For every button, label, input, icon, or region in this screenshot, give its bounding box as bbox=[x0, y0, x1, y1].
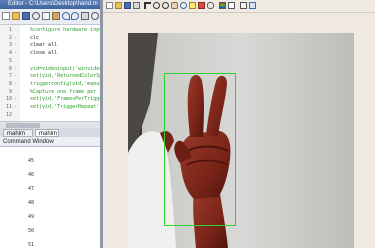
cut-icon[interactable] bbox=[32, 12, 40, 20]
line-number-text: 11 bbox=[5, 104, 12, 110]
link-icon[interactable] bbox=[207, 2, 214, 9]
line-number: 12 bbox=[0, 112, 20, 119]
command-output-line: 45 bbox=[28, 158, 35, 164]
code-line[interactable] bbox=[30, 58, 102, 65]
command-output-line: 47 bbox=[28, 186, 35, 192]
code-line[interactable]: clc bbox=[30, 35, 102, 42]
tab-mahim-1[interactable]: mahim bbox=[3, 129, 33, 137]
code-line[interactable]: set(vid,'FramesPerTrigger' bbox=[30, 96, 102, 103]
find-icon[interactable] bbox=[91, 12, 99, 20]
breakpoint-marker[interactable]: - bbox=[12, 96, 17, 102]
brush-icon[interactable] bbox=[198, 2, 205, 9]
line-number: 8- bbox=[0, 81, 20, 88]
code-line[interactable]: vid=videoinput('winvideo', bbox=[30, 66, 102, 73]
code-line[interactable]: %Capture one frame per trigger bbox=[30, 89, 102, 96]
print-figure-icon[interactable] bbox=[133, 2, 140, 9]
breakpoint-marker[interactable]: - bbox=[12, 66, 17, 72]
breakpoint-marker[interactable]: - bbox=[12, 73, 17, 79]
rotate-icon[interactable] bbox=[180, 2, 187, 9]
tab-mahim-2[interactable]: mahim bbox=[35, 129, 59, 137]
detection-bounding-box bbox=[164, 73, 236, 226]
breakpoint-marker[interactable] bbox=[12, 89, 14, 95]
command-output-line: 46 bbox=[28, 172, 35, 178]
undo-icon[interactable] bbox=[62, 12, 70, 20]
code-line[interactable]: clear all bbox=[30, 42, 102, 49]
command-output-line: 49 bbox=[28, 214, 35, 220]
line-number-text: 2 bbox=[8, 34, 12, 41]
code-line[interactable]: set(vid,'ReturnedColorSpace' bbox=[30, 73, 102, 80]
colorbar-icon[interactable] bbox=[219, 2, 226, 9]
video-frame bbox=[128, 33, 354, 248]
line-number-gutter: 1 2-3-4-5 6-7-8-9 10-11-12 bbox=[0, 25, 20, 121]
pan-icon[interactable] bbox=[171, 2, 178, 9]
redo-icon[interactable] bbox=[71, 12, 79, 20]
editor-pane: Editor - C:\Users\Desktop\hand.m 12-3-4-… bbox=[0, 0, 102, 248]
data-cursor-icon[interactable] bbox=[189, 2, 196, 9]
line-number: 1 bbox=[0, 27, 20, 34]
code-line[interactable]: triggerconfig(vid,'manual') bbox=[30, 81, 102, 88]
line-number-text: 3 bbox=[8, 42, 12, 49]
line-number-text: 12 bbox=[5, 111, 12, 118]
show-plot-tools-icon[interactable] bbox=[249, 2, 256, 9]
figure-canvas bbox=[103, 13, 375, 248]
code-line[interactable]: set(vid,'TriggerRepeat', bbox=[30, 104, 102, 111]
command-window-header: Command Window bbox=[0, 137, 102, 147]
zoom-in-icon[interactable] bbox=[153, 2, 160, 9]
line-number: 4- bbox=[0, 50, 20, 57]
command-output-line: 48 bbox=[28, 200, 35, 206]
figure-toolbar bbox=[103, 0, 375, 13]
hide-plot-tools-icon[interactable] bbox=[240, 2, 247, 9]
new-figure-icon[interactable] bbox=[106, 2, 113, 9]
pointer-icon[interactable] bbox=[144, 2, 151, 9]
paste-icon[interactable] bbox=[52, 12, 60, 20]
line-number-text: 8 bbox=[8, 80, 12, 87]
line-number-text: 9 bbox=[8, 88, 12, 95]
code-line[interactable]: close all bbox=[30, 50, 102, 57]
breakpoint-marker[interactable]: - bbox=[12, 35, 17, 41]
legend-icon[interactable] bbox=[228, 2, 235, 9]
command-output-line: 50 bbox=[28, 228, 35, 234]
open-file-icon[interactable] bbox=[115, 2, 122, 9]
editor-toolbar bbox=[0, 9, 102, 25]
line-number: 9 bbox=[0, 89, 20, 96]
open-folder-icon[interactable] bbox=[12, 12, 20, 20]
breakpoint-marker[interactable] bbox=[12, 58, 14, 64]
breakpoint-marker[interactable]: - bbox=[12, 50, 17, 56]
breakpoint-marker[interactable]: - bbox=[12, 42, 17, 48]
breakpoint-marker[interactable]: - bbox=[12, 81, 17, 87]
code-line[interactable] bbox=[30, 112, 102, 119]
line-number-text: 5 bbox=[8, 57, 12, 64]
editor-titlebar: Editor - C:\Users\Desktop\hand.m bbox=[0, 0, 102, 9]
line-number: 3- bbox=[0, 42, 20, 49]
save-figure-icon[interactable] bbox=[124, 2, 131, 9]
breakpoint-marker[interactable]: - bbox=[12, 104, 17, 110]
code-line[interactable]: %configure hardware input bbox=[30, 27, 102, 34]
print-icon[interactable] bbox=[81, 12, 89, 20]
new-file-icon[interactable] bbox=[2, 12, 10, 20]
line-number: 6- bbox=[0, 66, 20, 73]
copy-icon[interactable] bbox=[42, 12, 50, 20]
save-icon[interactable] bbox=[22, 12, 30, 20]
line-number-text: 4 bbox=[8, 50, 12, 57]
line-number-text: 6 bbox=[8, 65, 12, 72]
command-output-line: 51 bbox=[28, 242, 35, 248]
breakpoint-marker[interactable] bbox=[12, 112, 14, 118]
line-number: 10- bbox=[0, 96, 20, 103]
hand-gesture-image bbox=[128, 33, 354, 248]
figure-window bbox=[103, 0, 375, 248]
line-number-text: 1 bbox=[8, 27, 12, 33]
breakpoint-marker[interactable] bbox=[12, 27, 14, 33]
code-editor[interactable]: 1 2-3-4-5 6-7-8-9 10-11-12 %configure hardw… bbox=[0, 25, 102, 121]
line-number-text: 10 bbox=[5, 96, 12, 103]
command-window[interactable]: 45 46 47 48 49 50 51 bbox=[0, 147, 102, 248]
line-number-text: 7 bbox=[8, 73, 12, 80]
zoom-out-icon[interactable] bbox=[162, 2, 169, 9]
editor-title: Editor - C:\Users\Desktop\hand.m bbox=[8, 1, 98, 7]
line-number: 7- bbox=[0, 73, 20, 80]
line-number: 2- bbox=[0, 35, 20, 42]
line-number: 5 bbox=[0, 58, 20, 65]
line-number: 11- bbox=[0, 104, 20, 111]
